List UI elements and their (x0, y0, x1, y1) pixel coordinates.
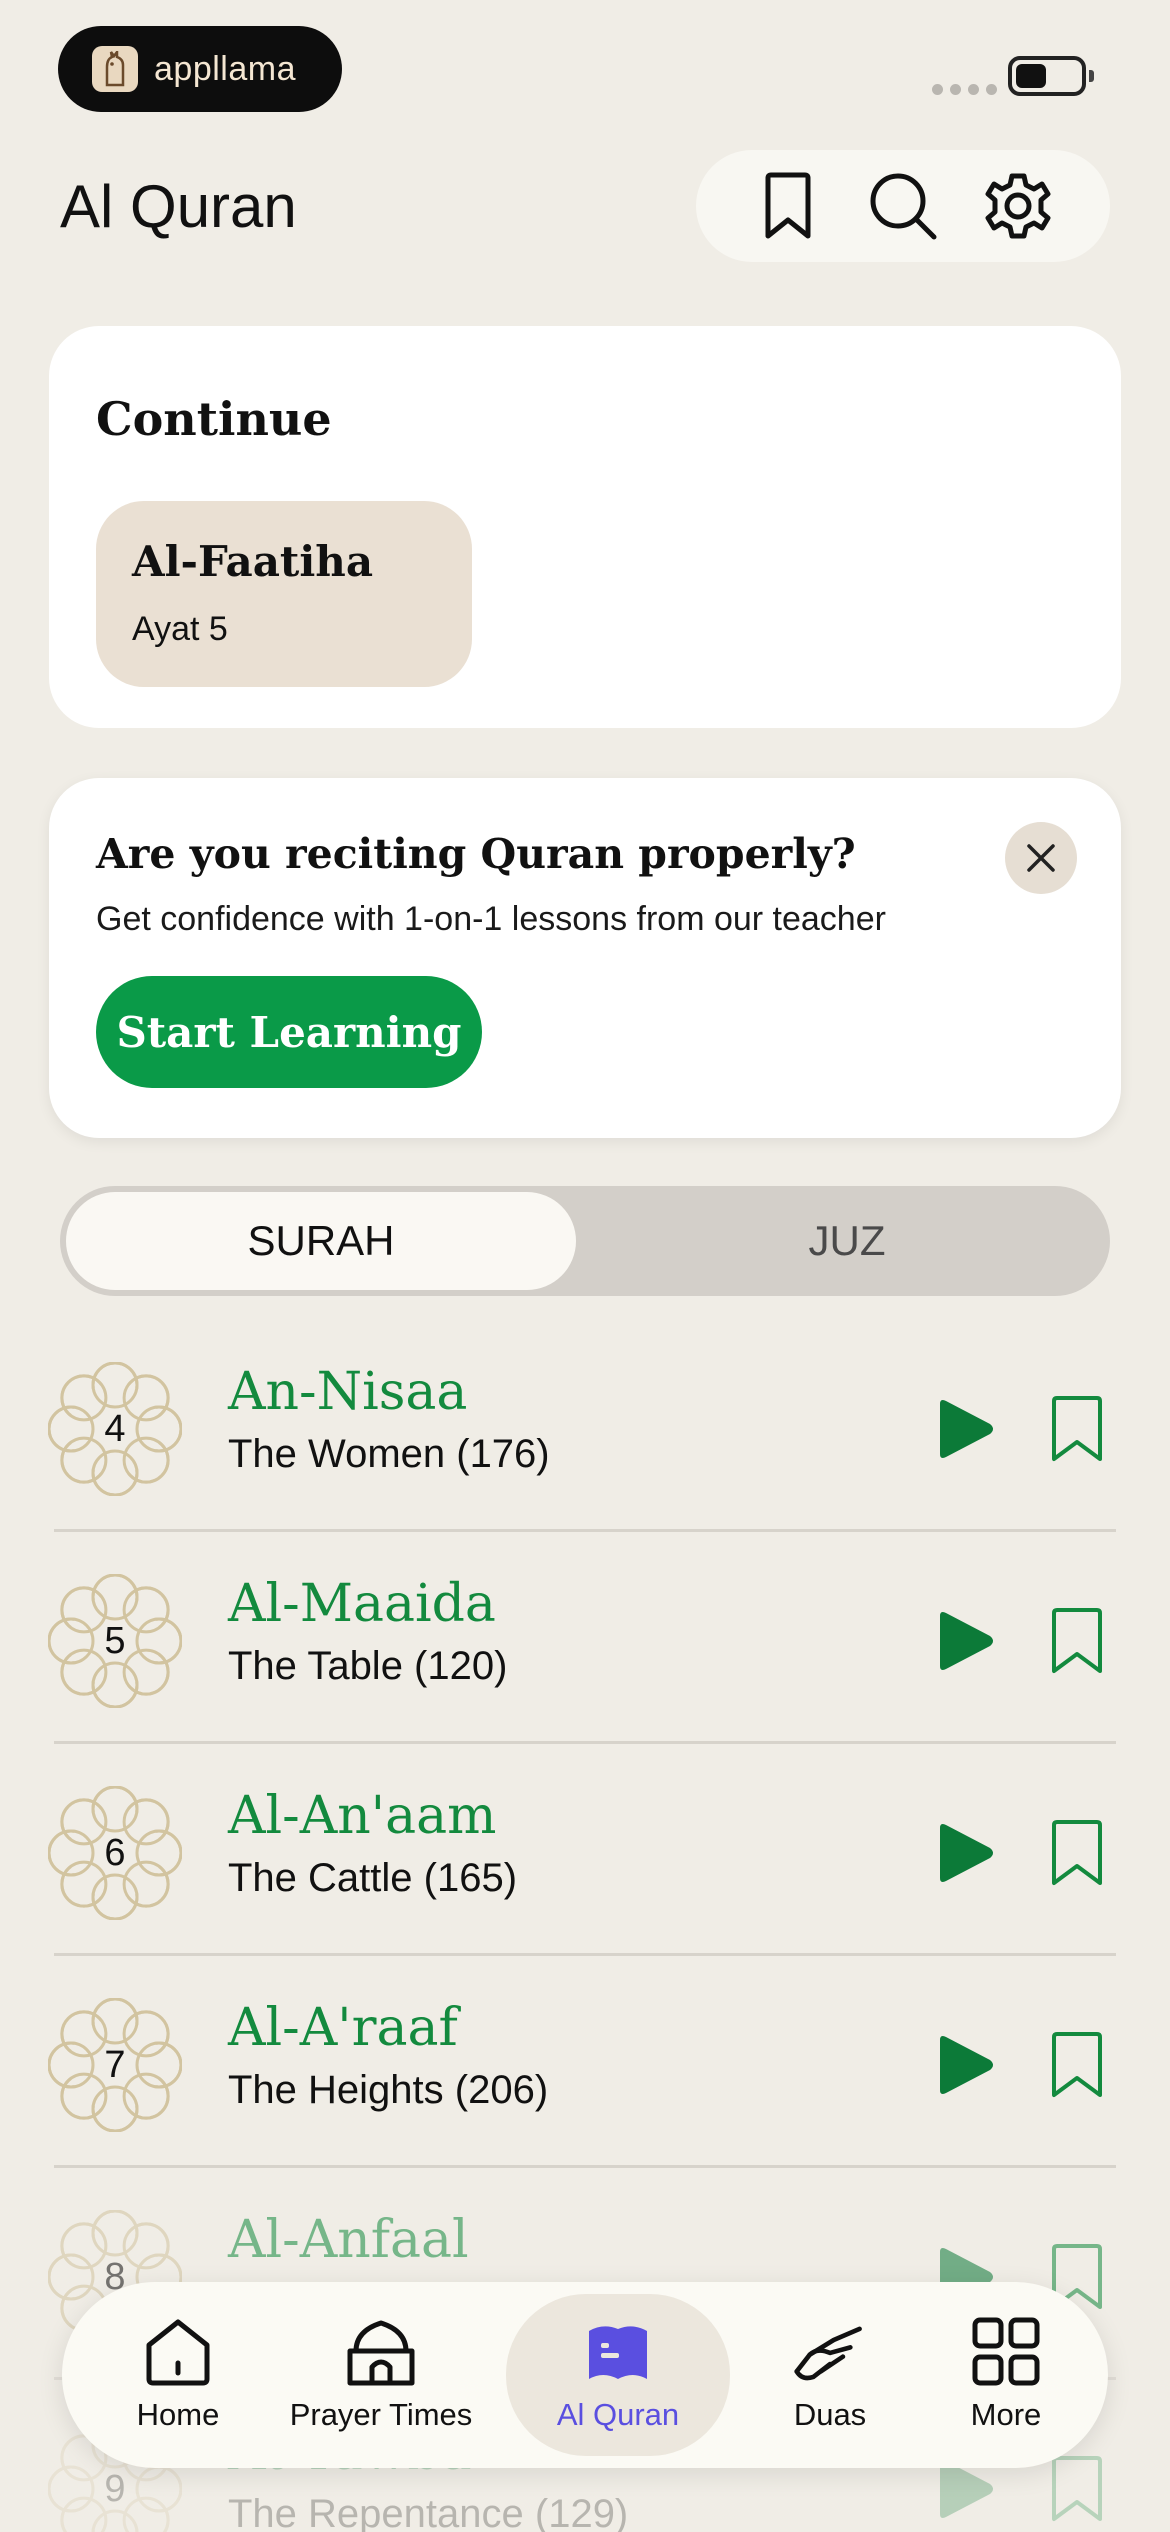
continue-title: Continue (96, 392, 332, 446)
surah-meaning: The Women (176) (228, 1432, 550, 1476)
status-bar: appllama (0, 0, 1170, 130)
surah-number-badge: 6 (48, 1786, 182, 1920)
surah-number-badge: 5 (48, 1574, 182, 1708)
surah-meaning: The Cattle (165) (228, 1856, 518, 1900)
play-button[interactable] (930, 1396, 996, 1462)
continue-card: Continue Al-Faatiha Ayat 5 (49, 326, 1121, 728)
bookmark-icon (1052, 1820, 1102, 1885)
surah-row[interactable]: 6 Al-An'aam The Cattle (165) (0, 1744, 1170, 1956)
header-actions (696, 150, 1110, 262)
surah-row[interactable]: 7 Al-A'raaf The Heights (206) (0, 1956, 1170, 2168)
bookmark-icon (1052, 2032, 1102, 2097)
surah-name: Al-An'aam (228, 1786, 497, 1846)
continue-ayat: Ayat 5 (132, 610, 228, 648)
gear-icon (985, 173, 1051, 239)
nav-more[interactable]: More (924, 2294, 1088, 2456)
bottom-nav: Home Prayer Times Al Quran Duas More (62, 2282, 1108, 2468)
play-button[interactable] (930, 2032, 996, 2098)
brand-pill: appllama (58, 26, 342, 112)
search-icon (870, 173, 937, 240)
continue-surah-name: Al-Faatiha (132, 537, 374, 586)
tab-surah[interactable]: SURAH (66, 1192, 576, 1290)
surah-row[interactable]: 4 An-Nisaa The Women (176) (0, 1320, 1170, 1532)
bookmark-surah-button[interactable] (1048, 2032, 1106, 2098)
grid-icon (972, 2317, 1040, 2386)
bookmarks-button[interactable] (753, 171, 823, 241)
search-button[interactable] (868, 171, 938, 241)
nav-al-quran-label: Al Quran (556, 2397, 680, 2432)
nav-more-label: More (970, 2397, 1042, 2432)
play-button[interactable] (930, 1608, 996, 1674)
page-title: Al Quran (60, 173, 297, 240)
surah-number-badge: 7 (48, 1998, 182, 2132)
promo-subtitle: Get confidence with 1-on-1 lessons from … (96, 900, 886, 938)
surah-meaning: The Table (120) (228, 1644, 508, 1688)
promo-card: Are you reciting Quran properly? Get con… (49, 778, 1121, 1138)
nav-al-quran[interactable]: Al Quran (506, 2294, 730, 2456)
surah-meaning: The Repentance (129) (228, 2492, 629, 2532)
promo-title: Are you reciting Quran properly? (96, 830, 856, 878)
surah-number-badge: 4 (48, 1362, 182, 1496)
bookmark-icon (1052, 1396, 1102, 1461)
nav-prayer-times[interactable]: Prayer Times (276, 2294, 486, 2456)
settings-button[interactable] (983, 171, 1053, 241)
surah-meaning: The Heights (206) (228, 2068, 549, 2112)
close-icon (1027, 844, 1055, 872)
nav-home-label: Home (136, 2397, 220, 2432)
nav-duas-label: Duas (793, 2397, 867, 2432)
bookmark-surah-button[interactable] (1048, 1608, 1106, 1674)
surah-number: 5 (104, 1619, 126, 1662)
bookmark-icon (1052, 1608, 1102, 1673)
surah-name: Al-A'raaf (228, 1998, 458, 2058)
bookmark-surah-button[interactable] (1048, 1820, 1106, 1886)
bookmark-icon (765, 172, 811, 239)
surah-juz-toggle: SURAH JUZ (60, 1186, 1110, 1296)
close-promo-button[interactable] (1005, 822, 1077, 894)
play-icon (940, 1824, 993, 1882)
surah-number: 4 (104, 1407, 126, 1450)
surah-number: 7 (104, 2043, 126, 2086)
surah-number: 6 (104, 1831, 126, 1874)
book-icon (589, 2326, 647, 2379)
play-button[interactable] (930, 1820, 996, 1886)
bookmark-surah-button[interactable] (1048, 2456, 1106, 2522)
nav-duas[interactable]: Duas (748, 2294, 912, 2456)
play-icon (940, 2036, 993, 2094)
brand-name: appllama (154, 49, 296, 88)
nav-prayer-times-label: Prayer Times (289, 2397, 473, 2432)
home-icon (146, 2319, 210, 2386)
surah-row[interactable]: 5 Al-Maaida The Table (120) (0, 1532, 1170, 1744)
surah-name: Al-Anfaal (228, 2210, 469, 2270)
bookmark-surah-button[interactable] (1048, 1396, 1106, 1462)
tab-juz[interactable]: JUZ (590, 1192, 1104, 1290)
surah-name: Al-Maaida (228, 1574, 496, 1634)
dua-hands-icon (794, 2326, 862, 2381)
start-learning-button[interactable]: Start Learning (96, 976, 482, 1088)
continue-item[interactable]: Al-Faatiha Ayat 5 (96, 501, 472, 687)
nav-home[interactable]: Home (90, 2294, 266, 2456)
bookmark-icon (1052, 2456, 1102, 2521)
play-icon (940, 1400, 993, 1458)
mosque-icon (347, 2320, 415, 2386)
play-icon (940, 1612, 993, 1670)
battery-icon (1008, 56, 1094, 96)
llama-logo-icon (92, 46, 138, 92)
surah-name: An-Nisaa (228, 1362, 468, 1422)
signal-dots-icon (932, 84, 997, 95)
